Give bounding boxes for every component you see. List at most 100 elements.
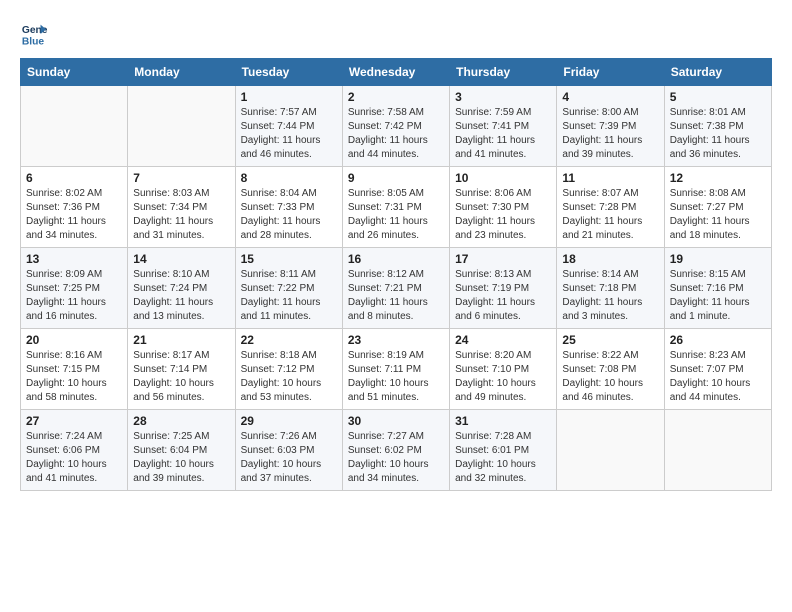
- day-number: 27: [26, 414, 122, 428]
- day-info: Sunrise: 8:01 AM Sunset: 7:38 PM Dayligh…: [670, 106, 766, 162]
- day-number: 11: [562, 171, 658, 185]
- day-info: Sunrise: 8:05 AM Sunset: 7:31 PM Dayligh…: [348, 187, 444, 243]
- day-cell: 26Sunrise: 8:23 AM Sunset: 7:07 PM Dayli…: [664, 329, 771, 410]
- day-cell: 28 Sunrise: 7:25 AM Sunset: 6:04 PM Dayli…: [128, 410, 235, 491]
- day-info: Sunrise: 7:27 AM Sunset: 6:02 PM Dayligh…: [348, 430, 444, 486]
- day-info: Sunrise: 8:19 AM Sunset: 7:11 PM Dayligh…: [348, 349, 444, 405]
- calendar-header: SundayMondayTuesdayWednesdayThursdayFrid…: [21, 59, 772, 86]
- week-row-4: 20 Sunrise: 8:16 AM Sunset: 7:15 PM Dayli…: [21, 329, 772, 410]
- day-cell: 10Sunrise: 8:06 AM Sunset: 7:30 PM Dayli…: [450, 167, 557, 248]
- day-info: Sunrise: 8:08 AM Sunset: 7:27 PM Dayligh…: [670, 187, 766, 243]
- header-cell-saturday: Saturday: [664, 59, 771, 86]
- day-cell: 21 Sunrise: 8:17 AM Sunset: 7:14 PM Dayli…: [128, 329, 235, 410]
- day-cell: 4Sunrise: 8:00 AM Sunset: 7:39 PM Daylig…: [557, 86, 664, 167]
- day-number: 16: [348, 252, 444, 266]
- day-cell: [664, 410, 771, 491]
- header-cell-thursday: Thursday: [450, 59, 557, 86]
- day-cell: 16 Sunrise: 8:12 AM Sunset: 7:21 PM Dayli…: [342, 248, 449, 329]
- day-cell: 2 Sunrise: 7:58 AM Sunset: 7:42 PM Daylig…: [342, 86, 449, 167]
- day-number: 30: [348, 414, 444, 428]
- day-number: 8: [241, 171, 337, 185]
- day-cell: 20 Sunrise: 8:16 AM Sunset: 7:15 PM Dayli…: [21, 329, 128, 410]
- day-number: 5: [670, 90, 766, 104]
- day-cell: [21, 86, 128, 167]
- day-info: Sunrise: 8:22 AM Sunset: 7:08 PM Dayligh…: [562, 349, 658, 405]
- header-cell-sunday: Sunday: [21, 59, 128, 86]
- header-row: SundayMondayTuesdayWednesdayThursdayFrid…: [21, 59, 772, 86]
- day-number: 29: [241, 414, 337, 428]
- day-number: 22: [241, 333, 337, 347]
- day-number: 21: [133, 333, 229, 347]
- day-cell: [128, 86, 235, 167]
- day-number: 23: [348, 333, 444, 347]
- week-row-1: 1 Sunrise: 7:57 AM Sunset: 7:44 PM Daylig…: [21, 86, 772, 167]
- day-cell: 8 Sunrise: 8:04 AM Sunset: 7:33 PM Daylig…: [235, 167, 342, 248]
- day-info: Sunrise: 8:10 AM Sunset: 7:24 PM Dayligh…: [133, 268, 229, 324]
- day-info: Sunrise: 8:16 AM Sunset: 7:15 PM Dayligh…: [26, 349, 122, 405]
- day-info: Sunrise: 8:03 AM Sunset: 7:34 PM Dayligh…: [133, 187, 229, 243]
- day-info: Sunrise: 7:59 AM Sunset: 7:41 PM Dayligh…: [455, 106, 551, 162]
- day-info: Sunrise: 8:06 AM Sunset: 7:30 PM Dayligh…: [455, 187, 551, 243]
- logo: General Blue: [20, 20, 48, 48]
- day-cell: 19 Sunrise: 8:15 AM Sunset: 7:16 PM Dayli…: [664, 248, 771, 329]
- day-info: Sunrise: 8:18 AM Sunset: 7:12 PM Dayligh…: [241, 349, 337, 405]
- week-row-2: 6Sunrise: 8:02 AM Sunset: 7:36 PM Daylig…: [21, 167, 772, 248]
- day-number: 24: [455, 333, 551, 347]
- day-info: Sunrise: 8:20 AM Sunset: 7:10 PM Dayligh…: [455, 349, 551, 405]
- day-cell: 12 Sunrise: 8:08 AM Sunset: 7:27 PM Dayli…: [664, 167, 771, 248]
- day-info: Sunrise: 8:13 AM Sunset: 7:19 PM Dayligh…: [455, 268, 551, 324]
- day-cell: [557, 410, 664, 491]
- header-cell-tuesday: Tuesday: [235, 59, 342, 86]
- day-info: Sunrise: 8:17 AM Sunset: 7:14 PM Dayligh…: [133, 349, 229, 405]
- day-info: Sunrise: 8:09 AM Sunset: 7:25 PM Dayligh…: [26, 268, 122, 324]
- header-cell-monday: Monday: [128, 59, 235, 86]
- day-cell: 25 Sunrise: 8:22 AM Sunset: 7:08 PM Dayli…: [557, 329, 664, 410]
- day-number: 12: [670, 171, 766, 185]
- day-number: 7: [133, 171, 229, 185]
- day-info: Sunrise: 8:23 AM Sunset: 7:07 PM Dayligh…: [670, 349, 766, 405]
- day-info: Sunrise: 7:26 AM Sunset: 6:03 PM Dayligh…: [241, 430, 337, 486]
- day-number: 19: [670, 252, 766, 266]
- day-number: 31: [455, 414, 551, 428]
- day-cell: 18 Sunrise: 8:14 AM Sunset: 7:18 PM Dayli…: [557, 248, 664, 329]
- logo-icon: General Blue: [20, 20, 48, 48]
- day-cell: 6Sunrise: 8:02 AM Sunset: 7:36 PM Daylig…: [21, 167, 128, 248]
- day-number: 4: [562, 90, 658, 104]
- header-cell-wednesday: Wednesday: [342, 59, 449, 86]
- day-info: Sunrise: 8:02 AM Sunset: 7:36 PM Dayligh…: [26, 187, 122, 243]
- day-cell: 15 Sunrise: 8:11 AM Sunset: 7:22 PM Dayli…: [235, 248, 342, 329]
- day-info: Sunrise: 8:15 AM Sunset: 7:16 PM Dayligh…: [670, 268, 766, 324]
- day-cell: 14Sunrise: 8:10 AM Sunset: 7:24 PM Dayli…: [128, 248, 235, 329]
- day-number: 20: [26, 333, 122, 347]
- day-cell: 22 Sunrise: 8:18 AM Sunset: 7:12 PM Dayli…: [235, 329, 342, 410]
- day-info: Sunrise: 7:25 AM Sunset: 6:04 PM Dayligh…: [133, 430, 229, 486]
- day-info: Sunrise: 7:58 AM Sunset: 7:42 PM Dayligh…: [348, 106, 444, 162]
- day-cell: 5 Sunrise: 8:01 AM Sunset: 7:38 PM Daylig…: [664, 86, 771, 167]
- day-info: Sunrise: 8:04 AM Sunset: 7:33 PM Dayligh…: [241, 187, 337, 243]
- day-number: 3: [455, 90, 551, 104]
- day-cell: 27Sunrise: 7:24 AM Sunset: 6:06 PM Dayli…: [21, 410, 128, 491]
- day-cell: 9 Sunrise: 8:05 AM Sunset: 7:31 PM Daylig…: [342, 167, 449, 248]
- day-number: 1: [241, 90, 337, 104]
- day-number: 2: [348, 90, 444, 104]
- day-cell: 17Sunrise: 8:13 AM Sunset: 7:19 PM Dayli…: [450, 248, 557, 329]
- day-number: 18: [562, 252, 658, 266]
- svg-text:Blue: Blue: [22, 36, 45, 47]
- day-info: Sunrise: 7:28 AM Sunset: 6:01 PM Dayligh…: [455, 430, 551, 486]
- day-number: 9: [348, 171, 444, 185]
- day-number: 15: [241, 252, 337, 266]
- day-number: 25: [562, 333, 658, 347]
- day-number: 28: [133, 414, 229, 428]
- day-cell: 11 Sunrise: 8:07 AM Sunset: 7:28 PM Dayli…: [557, 167, 664, 248]
- day-cell: 30 Sunrise: 7:27 AM Sunset: 6:02 PM Dayli…: [342, 410, 449, 491]
- day-info: Sunrise: 8:12 AM Sunset: 7:21 PM Dayligh…: [348, 268, 444, 324]
- week-row-5: 27Sunrise: 7:24 AM Sunset: 6:06 PM Dayli…: [21, 410, 772, 491]
- day-cell: 23 Sunrise: 8:19 AM Sunset: 7:11 PM Dayli…: [342, 329, 449, 410]
- day-info: Sunrise: 8:07 AM Sunset: 7:28 PM Dayligh…: [562, 187, 658, 243]
- day-info: Sunrise: 8:14 AM Sunset: 7:18 PM Dayligh…: [562, 268, 658, 324]
- day-cell: 13 Sunrise: 8:09 AM Sunset: 7:25 PM Dayli…: [21, 248, 128, 329]
- day-info: Sunrise: 8:11 AM Sunset: 7:22 PM Dayligh…: [241, 268, 337, 324]
- day-number: 13: [26, 252, 122, 266]
- day-info: Sunrise: 7:57 AM Sunset: 7:44 PM Dayligh…: [241, 106, 337, 162]
- week-row-3: 13 Sunrise: 8:09 AM Sunset: 7:25 PM Dayli…: [21, 248, 772, 329]
